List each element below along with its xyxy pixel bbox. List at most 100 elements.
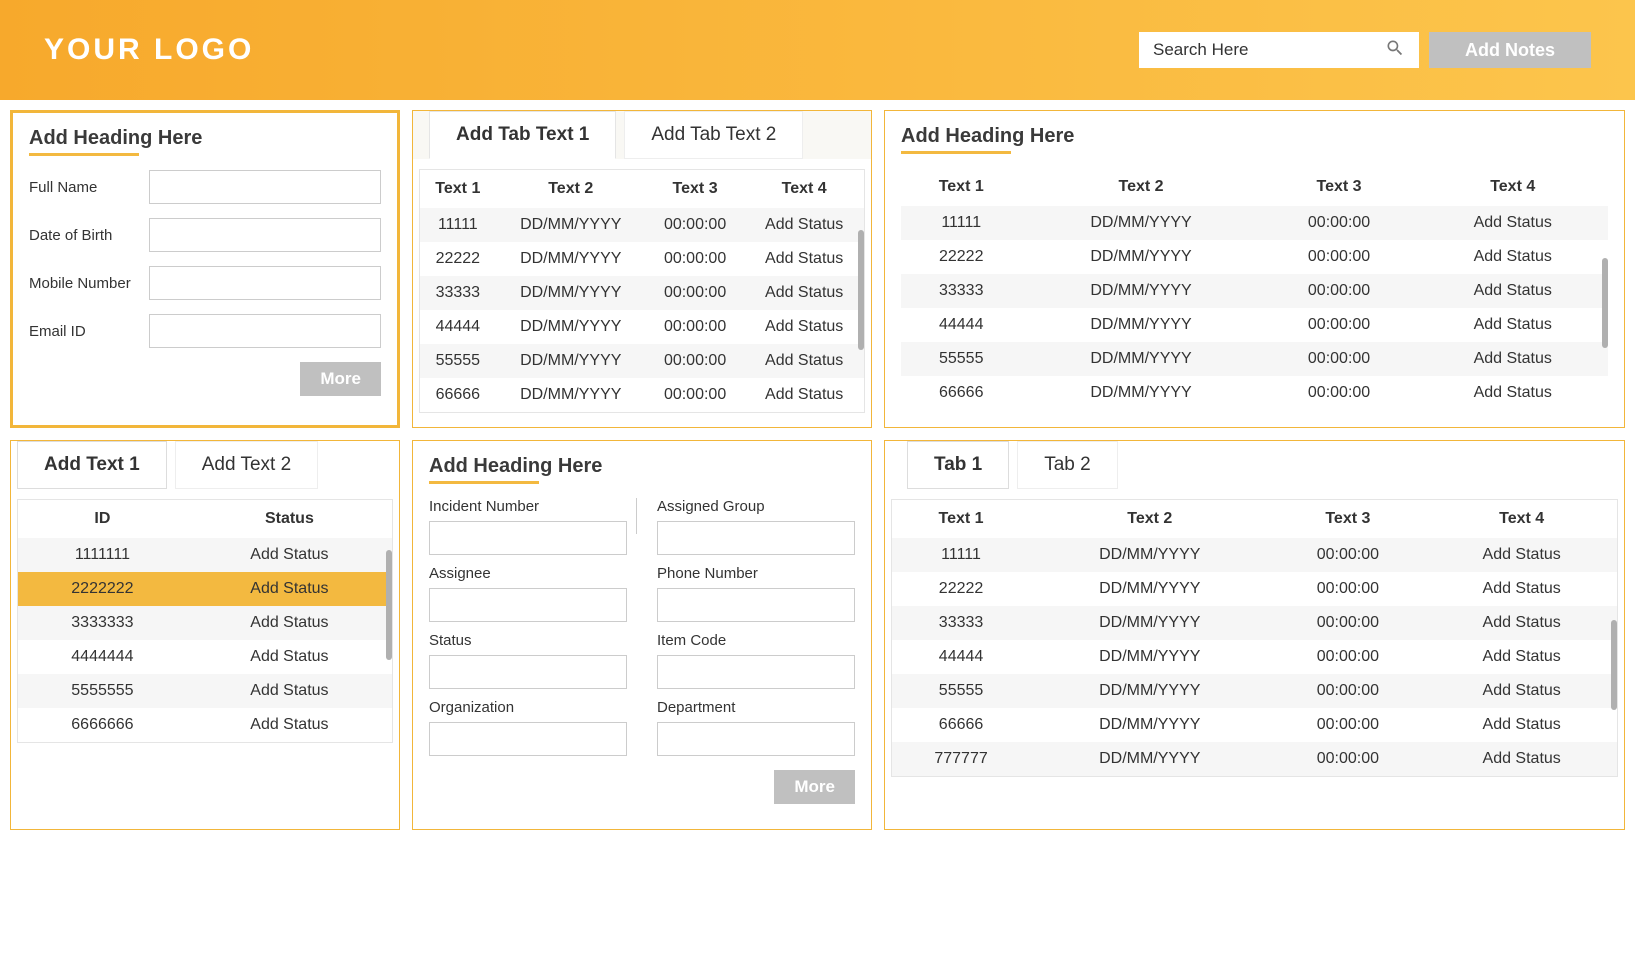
table-cell: DD/MM/YYYY (1021, 274, 1260, 308)
table-cell: 44444 (901, 308, 1021, 342)
table-row[interactable]: 55555DD/MM/YYYY00:00:00Add Status (420, 344, 864, 378)
status-label: Status (429, 632, 627, 649)
table-row[interactable]: 11111DD/MM/YYYY00:00:00Add Status (901, 206, 1608, 240)
department-field[interactable] (657, 722, 855, 756)
table-cell: Add Status (1417, 376, 1608, 410)
plain-table-card: Add Heading Here Text 1Text 2Text 3Text … (884, 110, 1625, 428)
table-row[interactable]: 6666666Add Status (18, 708, 392, 742)
add-notes-button[interactable]: Add Notes (1429, 32, 1591, 68)
table-cell: DD/MM/YYYY (496, 344, 646, 378)
table-row[interactable]: 1111111Add Status (18, 538, 392, 572)
table-row[interactable]: 4444444Add Status (18, 640, 392, 674)
table-row[interactable]: 11111DD/MM/YYYY00:00:00Add Status (420, 208, 864, 242)
table-row[interactable]: 55555DD/MM/YYYY00:00:00Add Status (892, 674, 1617, 708)
table-row[interactable]: 44444DD/MM/YYYY00:00:00Add Status (892, 640, 1617, 674)
table-cell: DD/MM/YYYY (1021, 376, 1260, 410)
mobile-label: Mobile Number (29, 275, 149, 292)
tab-add-text-1[interactable]: Add Text 1 (17, 441, 167, 489)
table-cell: DD/MM/YYYY (496, 276, 646, 310)
incident-number-field[interactable] (429, 521, 627, 555)
table-cell: DD/MM/YYYY (1030, 640, 1269, 674)
dob-field[interactable] (149, 218, 381, 252)
table-cell: Add Status (1417, 308, 1608, 342)
full-name-field[interactable] (149, 170, 381, 204)
table-row[interactable]: 22222DD/MM/YYYY00:00:00Add Status (901, 240, 1608, 274)
assigned-group-field[interactable] (657, 521, 855, 555)
table-cell: 44444 (420, 310, 496, 344)
table-row[interactable]: 66666DD/MM/YYYY00:00:00Add Status (892, 708, 1617, 742)
table-row[interactable]: 66666DD/MM/YYYY00:00:00Add Status (901, 376, 1608, 410)
email-field[interactable] (149, 314, 381, 348)
organization-label: Organization (429, 699, 627, 716)
table-row[interactable]: 777777DD/MM/YYYY00:00:00Add Status (892, 742, 1617, 776)
column-header: Status (187, 500, 392, 538)
tab-add-tab-text-2[interactable]: Add Tab Text 2 (624, 111, 803, 159)
id-status-table: IDStatus1111111Add Status2222222Add Stat… (18, 500, 392, 742)
table-cell: DD/MM/YYYY (1021, 308, 1260, 342)
table-row[interactable]: 22222DD/MM/YYYY00:00:00Add Status (892, 572, 1617, 606)
table-row[interactable]: 66666DD/MM/YYYY00:00:00Add Status (420, 378, 864, 412)
tab-2[interactable]: Tab 2 (1017, 441, 1117, 489)
incident-number-label: Incident Number (429, 498, 627, 515)
search-box[interactable] (1139, 32, 1419, 68)
assignee-label: Assignee (429, 565, 627, 582)
table-cell: DD/MM/YYYY (1030, 674, 1269, 708)
table-row[interactable]: 33333DD/MM/YYYY00:00:00Add Status (420, 276, 864, 310)
table-cell: 00:00:00 (1261, 240, 1418, 274)
table-row[interactable]: 11111DD/MM/YYYY00:00:00Add Status (892, 538, 1617, 572)
tab-add-text-2[interactable]: Add Text 2 (175, 441, 318, 489)
tab-add-tab-text-1[interactable]: Add Tab Text 1 (429, 111, 616, 159)
table-cell: 00:00:00 (646, 344, 744, 378)
status-field[interactable] (429, 655, 627, 689)
table-cell: 66666 (901, 376, 1021, 410)
table-cell: 55555 (420, 344, 496, 378)
table-cell: 00:00:00 (1261, 308, 1418, 342)
organization-field[interactable] (429, 722, 627, 756)
table-cell: 00:00:00 (1269, 606, 1426, 640)
table-row[interactable]: 5555555Add Status (18, 674, 392, 708)
column-header: Text 4 (1417, 168, 1608, 206)
table-cell: 00:00:00 (1261, 342, 1418, 376)
table-cell: Add Status (744, 378, 864, 412)
table-cell: 00:00:00 (646, 276, 744, 310)
table-row[interactable]: 44444DD/MM/YYYY00:00:00Add Status (901, 308, 1608, 342)
tabbed-table: Text 1Text 2Text 3Text 411111DD/MM/YYYY0… (420, 170, 864, 412)
column-header: Text 1 (420, 170, 496, 208)
scrollbar[interactable] (858, 230, 864, 350)
more-button[interactable]: More (300, 362, 381, 396)
column-header: Text 3 (1261, 168, 1418, 206)
phone-number-field[interactable] (657, 588, 855, 622)
mobile-field[interactable] (149, 266, 381, 300)
table-row[interactable]: 3333333Add Status (18, 606, 392, 640)
table-cell: Add Status (1417, 274, 1608, 308)
table-row[interactable]: 55555DD/MM/YYYY00:00:00Add Status (901, 342, 1608, 376)
table-row[interactable]: 2222222Add Status (18, 572, 392, 606)
department-label: Department (657, 699, 855, 716)
table-cell: 44444 (892, 640, 1030, 674)
search-input[interactable] (1153, 40, 1385, 60)
table-cell: 00:00:00 (1269, 742, 1426, 776)
assignee-field[interactable] (429, 588, 627, 622)
table-cell: 6666666 (18, 708, 187, 742)
scrollbar[interactable] (1611, 620, 1617, 710)
plain-table: Text 1Text 2Text 3Text 411111DD/MM/YYYY0… (901, 168, 1608, 410)
scrollbar[interactable] (1602, 258, 1608, 348)
table-row[interactable]: 33333DD/MM/YYYY00:00:00Add Status (892, 606, 1617, 640)
table-cell: 22222 (901, 240, 1021, 274)
tab-1[interactable]: Tab 1 (907, 441, 1009, 489)
table-cell: 00:00:00 (1269, 708, 1426, 742)
table-cell: 00:00:00 (1269, 538, 1426, 572)
card-heading: Add Heading Here (901, 125, 1074, 154)
table-cell: Add Status (744, 276, 864, 310)
table-row[interactable]: 44444DD/MM/YYYY00:00:00Add Status (420, 310, 864, 344)
dob-label: Date of Birth (29, 227, 149, 244)
table-cell: Add Status (1426, 572, 1617, 606)
table-row[interactable]: 22222DD/MM/YYYY00:00:00Add Status (420, 242, 864, 276)
scrollbar[interactable] (386, 550, 392, 660)
item-code-field[interactable] (657, 655, 855, 689)
table-cell: 66666 (892, 708, 1030, 742)
table-cell: 777777 (892, 742, 1030, 776)
more-button[interactable]: More (774, 770, 855, 804)
table-row[interactable]: 33333DD/MM/YYYY00:00:00Add Status (901, 274, 1608, 308)
table-cell: 00:00:00 (1261, 206, 1418, 240)
